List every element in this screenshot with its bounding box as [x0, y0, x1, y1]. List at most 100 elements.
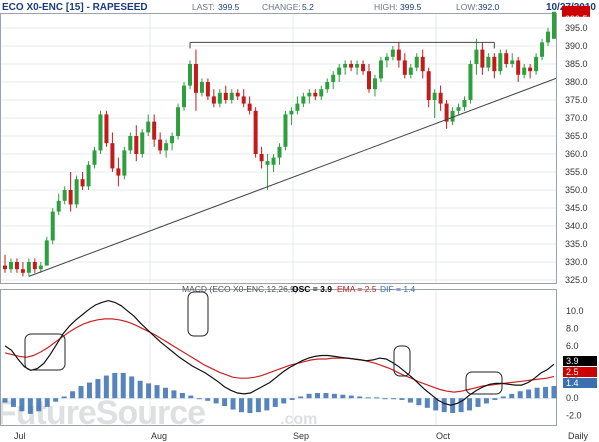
watermark-suffix: .com — [280, 411, 317, 428]
x-label-jul: Jul — [14, 431, 26, 441]
candle-body — [182, 85, 187, 108]
macd-value-tags: 3.9 2.5 1.4 — [563, 356, 597, 388]
macd-histogram-bar — [179, 392, 185, 399]
macd-histogram-bar — [103, 375, 109, 399]
macd-histogram-bar — [424, 398, 430, 408]
candle-body — [176, 107, 181, 136]
candle-body — [62, 190, 67, 201]
candle-body — [3, 265, 7, 270]
price-tick-label: 340.0 — [565, 221, 588, 231]
macd-histogram-bar — [61, 396, 67, 399]
candle-body — [504, 53, 509, 64]
macd-histogram-bar — [272, 398, 278, 407]
candle-body — [98, 114, 103, 151]
price-tick-label: 390.0 — [565, 41, 588, 51]
candle-body — [522, 67, 527, 75]
header-high-label: HIGH: — [374, 2, 398, 12]
candle-body — [44, 240, 49, 266]
candle-body — [158, 139, 163, 151]
header-last-label: LAST: — [192, 2, 215, 12]
candle-body — [307, 92, 312, 97]
candle-body — [492, 56, 497, 72]
candle-body — [343, 64, 348, 68]
candle-body — [408, 67, 413, 75]
macd-histogram-bar — [171, 390, 177, 399]
macd-histogram-bar — [154, 385, 160, 399]
macd-header-dif: DIF = 1.4 — [380, 284, 415, 294]
candle-body — [378, 60, 383, 79]
macd-histogram-bar — [543, 386, 549, 399]
macd-histogram-bar — [36, 398, 42, 412]
macd-histogram-bar — [95, 379, 101, 399]
macd-histogram-bar — [500, 396, 506, 399]
candle-body — [402, 60, 407, 75]
candle-body — [390, 49, 395, 57]
macd-histogram-bar — [441, 398, 447, 413]
macd-histogram-bar — [517, 391, 523, 399]
macd-histogram-bar — [86, 382, 92, 399]
candle-body — [38, 265, 43, 270]
candle-body — [122, 150, 127, 176]
candle-body — [229, 92, 234, 100]
candle-body — [128, 136, 133, 151]
candle-body — [325, 82, 330, 90]
candle-body — [116, 168, 121, 176]
candle-body — [289, 110, 294, 115]
candle-body — [283, 114, 288, 147]
candle-body — [187, 64, 192, 86]
header-high-value: 399.5 — [400, 2, 422, 12]
candle-body — [241, 96, 246, 104]
x-label-period: Daily — [568, 431, 589, 441]
price-tick-label: 365.0 — [565, 131, 588, 141]
candle-body — [319, 89, 324, 97]
header-low-label: LOW: — [456, 2, 478, 12]
candle-body — [164, 143, 169, 151]
candle-body — [265, 161, 270, 165]
candle-body — [540, 42, 545, 57]
macd-header: MACD (ECO X0-ENC,12,26,9) OSC = 3.9 EMA … — [182, 284, 415, 294]
macd-histogram-bar — [289, 398, 295, 400]
price-tick-label: 360.0 — [565, 149, 588, 159]
candle-body — [259, 154, 264, 162]
macd-histogram-bar — [382, 398, 388, 400]
candle-body — [199, 82, 204, 93]
macd-histogram-bar — [315, 392, 321, 399]
header-last-value: 399.5 — [218, 2, 240, 12]
price-tick-label: 335.0 — [565, 239, 588, 249]
macd-histogram-bar — [306, 393, 312, 399]
candle-body — [516, 60, 521, 75]
candle-body — [146, 121, 151, 133]
x-label-sep: Sep — [293, 431, 309, 441]
macd-histogram-bar — [298, 396, 304, 399]
x-axis: Jul Aug Sep Oct Daily — [14, 431, 589, 441]
candle-body — [295, 103, 300, 111]
macd-histogram-bar — [238, 398, 244, 413]
macd-histogram-bar — [323, 392, 329, 399]
candle-body — [14, 262, 19, 270]
macd-tick-label: 0.0 — [566, 393, 579, 403]
last-price-tag: 399.5 — [562, 5, 590, 24]
candle-body — [8, 262, 13, 270]
macd-histogram-bar — [407, 398, 413, 403]
candle-body — [438, 92, 443, 104]
candle-body — [396, 49, 401, 61]
macd-histogram-bar — [230, 398, 236, 410]
macd-histogram-bar — [10, 398, 16, 407]
candle-body — [152, 121, 157, 140]
macd-histogram-bar — [467, 398, 473, 411]
candle-body — [498, 53, 503, 72]
macd-histogram-bar — [551, 386, 557, 399]
candle-body — [510, 60, 515, 64]
candle-body — [253, 110, 258, 154]
macd-histogram-bar — [281, 398, 287, 404]
candle-body — [420, 56, 425, 72]
macd-histogram-bar — [78, 386, 84, 399]
candle-body — [104, 114, 109, 144]
macd-header-osc: OSC = 3.9 — [292, 284, 332, 294]
candle-body — [456, 107, 461, 111]
candle-body — [414, 56, 419, 68]
macd-histogram-bar — [509, 393, 515, 399]
macd-histogram-bar — [146, 383, 152, 399]
candle-body — [361, 64, 366, 72]
price-tick-label: 350.0 — [565, 185, 588, 195]
